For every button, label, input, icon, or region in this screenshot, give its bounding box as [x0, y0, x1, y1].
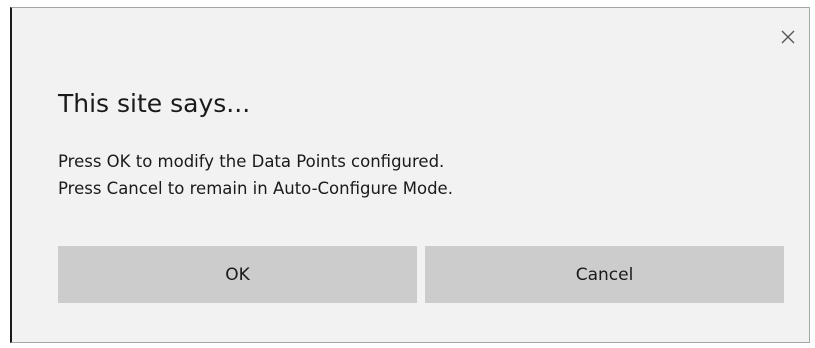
message-line-cancel: Press Cancel to remain in Auto-Configure… [58, 179, 453, 198]
close-icon [781, 30, 795, 44]
ok-button[interactable]: OK [58, 246, 417, 303]
alert-dialog: This site says... Press OK to modify the… [10, 7, 810, 343]
message-line-ok: Press OK to modify the Data Points confi… [58, 152, 445, 171]
dialog-buttons: OK Cancel [58, 246, 784, 303]
dialog-message: Press OK to modify the Data Points confi… [58, 148, 453, 202]
dialog-title: This site says... [58, 89, 251, 118]
close-button[interactable] [777, 26, 799, 48]
cancel-button[interactable]: Cancel [425, 246, 784, 303]
